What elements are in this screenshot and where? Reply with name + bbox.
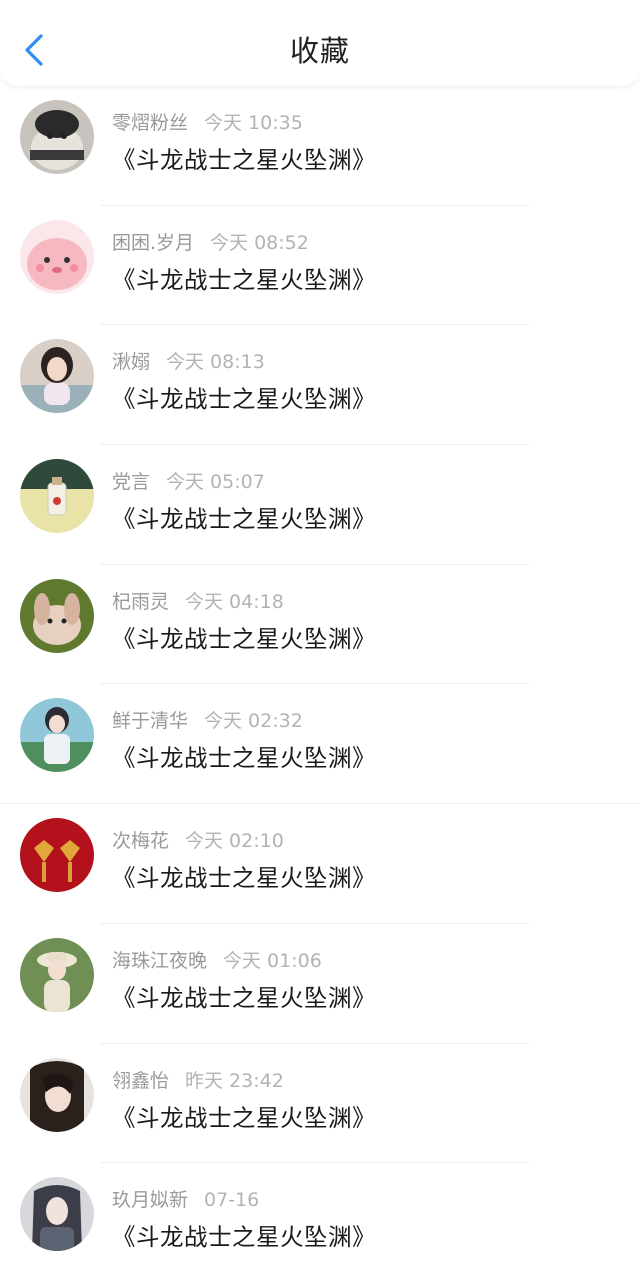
- user-name[interactable]: 困困.岁月: [112, 232, 194, 254]
- favorite-title[interactable]: 《斗龙战士之星火坠渊》: [112, 500, 376, 534]
- favorite-title[interactable]: 《斗龙战士之星火坠渊》: [112, 979, 376, 1013]
- avatar[interactable]: [20, 698, 94, 773]
- timestamp: 07-16: [204, 1189, 260, 1212]
- user-name[interactable]: 次梅花: [112, 830, 169, 852]
- avatar[interactable]: [20, 1057, 94, 1132]
- favorite-title[interactable]: 《斗龙战士之星火坠渊》: [112, 261, 376, 295]
- page-title: 收藏: [289, 34, 350, 68]
- user-name[interactable]: 鲜于清华: [112, 710, 188, 732]
- avatar[interactable]: [20, 818, 94, 893]
- list-item[interactable]: 党言 今天 05:07 《斗龙战士之星火坠渊》: [0, 445, 640, 565]
- avatar[interactable]: [20, 1177, 94, 1252]
- user-name[interactable]: 海珠江夜晚: [112, 950, 207, 972]
- avatar[interactable]: [20, 578, 94, 653]
- user-name[interactable]: 杞雨灵: [112, 591, 169, 613]
- favorite-title[interactable]: 《斗龙战士之星火坠渊》: [112, 859, 376, 893]
- list-item[interactable]: 鲜于清华 今天 02:32 《斗龙战士之星火坠渊》: [0, 684, 640, 805]
- list-item[interactable]: 杞雨灵 今天 04:18 《斗龙战士之星火坠渊》: [0, 565, 640, 685]
- avatar[interactable]: [20, 459, 94, 534]
- timestamp: 今天 08:13: [166, 351, 265, 374]
- user-name[interactable]: 党言: [112, 471, 150, 493]
- list-item[interactable]: 翎鑫怡 昨天 23:42 《斗龙战士之星火坠渊》: [0, 1044, 640, 1164]
- user-name[interactable]: 翎鑫怡: [112, 1070, 169, 1092]
- timestamp: 今天 08:52: [210, 231, 309, 254]
- timestamp: 昨天 23:42: [185, 1069, 284, 1092]
- user-name[interactable]: 玖月姒新: [112, 1189, 188, 1211]
- avatar[interactable]: [20, 100, 94, 174]
- user-name[interactable]: 零熠粉丝: [112, 112, 188, 134]
- timestamp: 今天 04:18: [185, 590, 284, 613]
- favorite-title[interactable]: 《斗龙战士之星火坠渊》: [112, 1218, 376, 1252]
- favorite-title[interactable]: 《斗龙战士之星火坠渊》: [112, 620, 376, 654]
- timestamp: 今天 02:32: [204, 710, 303, 733]
- favorites-list: 零熠粉丝 今天 10:35 《斗龙战士之星火坠渊》 困困.岁月 今天 08:52 《…: [0, 86, 640, 1283]
- avatar[interactable]: [20, 937, 94, 1012]
- avatar[interactable]: [20, 339, 94, 414]
- list-item[interactable]: 湫嫋 今天 08:13 《斗龙战士之星火坠渊》: [0, 325, 640, 446]
- list-item[interactable]: 困困.岁月 今天 08:52 《斗龙战士之星火坠渊》: [0, 206, 640, 326]
- favorite-title[interactable]: 《斗龙战士之星火坠渊》: [112, 141, 376, 175]
- timestamp: 今天 02:10: [185, 830, 284, 853]
- timestamp: 今天 01:06: [223, 949, 322, 972]
- list-item[interactable]: 次梅花 今天 02:10 《斗龙战士之星火坠渊》: [0, 804, 640, 924]
- list-item[interactable]: 零熠粉丝 今天 10:35 《斗龙战士之星火坠渊》: [0, 86, 640, 206]
- list-item[interactable]: 海珠江夜晚 今天 01:06 《斗龙战士之星火坠渊》: [0, 924, 640, 1044]
- nav-header: 收藏: [0, 0, 640, 86]
- avatar[interactable]: [20, 219, 94, 294]
- favorite-title[interactable]: 《斗龙战士之星火坠渊》: [112, 1099, 376, 1133]
- favorite-title[interactable]: 《斗龙战士之星火坠渊》: [112, 380, 376, 414]
- timestamp: 今天 10:35: [204, 112, 303, 134]
- user-name[interactable]: 湫嫋: [112, 351, 150, 373]
- favorite-title[interactable]: 《斗龙战士之星火坠渊》: [112, 739, 376, 773]
- list-item[interactable]: 玖月姒新 07-16 《斗龙战士之星火坠渊》: [0, 1163, 640, 1283]
- timestamp: 今天 05:07: [166, 471, 265, 494]
